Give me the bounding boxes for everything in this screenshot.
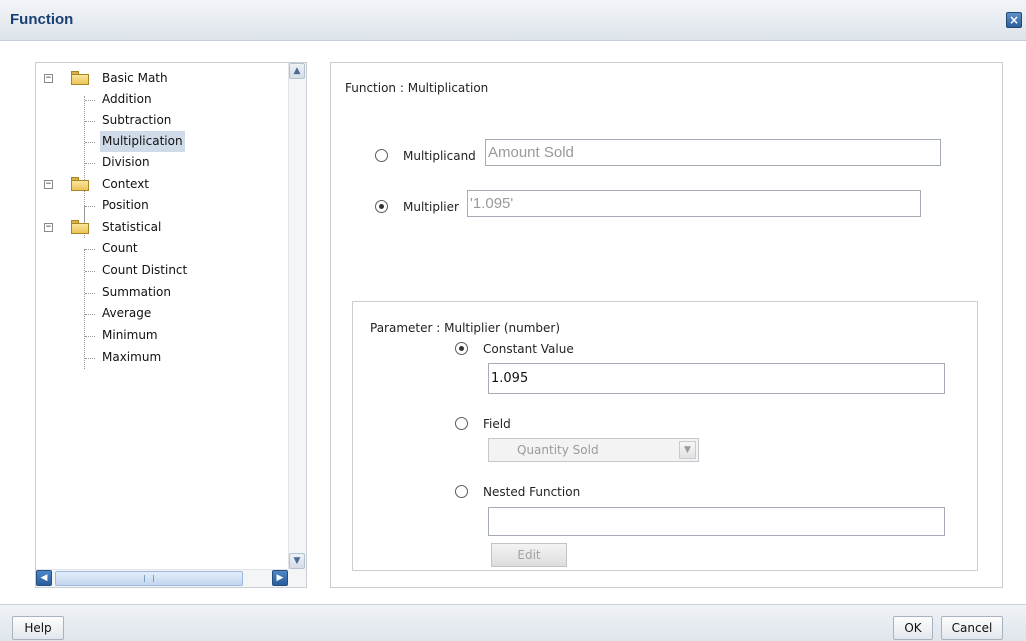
scroll-left-button[interactable]: ◀ [36, 570, 52, 586]
tree-item-label: Division [102, 155, 150, 169]
constant-value-label: Constant Value [483, 342, 574, 356]
tree-item-average[interactable]: Average [36, 303, 286, 324]
constant-value-input[interactable]: 1.095 [488, 363, 945, 394]
chevron-right-icon: ▶ [276, 573, 284, 583]
field-label: Field [483, 417, 511, 431]
tree-group-label: Context [102, 177, 150, 191]
tree-item-label: Count Distinct [102, 263, 188, 277]
function-title: Function : Multiplication [345, 81, 489, 95]
collapse-icon[interactable]: − [44, 180, 53, 189]
chevron-down-icon: ▼ [293, 556, 301, 566]
nested-function-input[interactable] [488, 507, 945, 536]
tree-item-label: Average [102, 306, 152, 320]
tree-group-label: Basic Math [102, 71, 168, 85]
close-button[interactable]: × [1006, 12, 1022, 28]
field-radio[interactable] [455, 417, 468, 430]
field-select[interactable]: Quantity Sold ▼ [488, 438, 699, 462]
function-editor-panel: Function : Multiplication Multiplicand A… [330, 62, 1003, 588]
tree-item-count[interactable]: Count [36, 238, 286, 259]
dropdown-arrow-icon[interactable]: ▼ [679, 441, 696, 459]
multiplier-radio[interactable] [375, 200, 388, 213]
collapse-icon[interactable]: − [44, 223, 53, 232]
parameter-title: Parameter : Multiplier (number) [370, 321, 561, 335]
tree-item-position[interactable]: Position [36, 195, 286, 216]
tree-item-label-selected: Multiplication [100, 131, 185, 152]
folder-icon [71, 220, 89, 234]
tree-item-addition[interactable]: Addition [36, 89, 286, 110]
edit-button[interactable]: Edit [491, 543, 567, 567]
tree-item-label: Addition [102, 92, 152, 106]
tree-item-minimum[interactable]: Minimum [36, 325, 286, 346]
tree-group-basic-math[interactable]: − Basic Math [36, 68, 286, 89]
help-button[interactable]: Help [12, 616, 64, 640]
dialog-title: Function [10, 11, 74, 28]
folder-icon [71, 177, 89, 191]
tree-group-context[interactable]: − Context [36, 174, 286, 195]
folder-icon [71, 71, 89, 85]
tree-item-multiplication[interactable]: Multiplication [36, 131, 286, 152]
multiplier-field[interactable]: '1.095' [467, 190, 921, 217]
tree-group-statistical[interactable]: − Statistical [36, 217, 286, 238]
parameter-box: Parameter : Multiplier (number) Constant… [352, 301, 978, 571]
collapse-icon[interactable]: − [44, 74, 53, 83]
tree-item-count-distinct[interactable]: Count Distinct [36, 260, 286, 281]
scroll-down-button[interactable]: ▼ [289, 553, 305, 569]
tree-item-label: Maximum [102, 350, 162, 364]
function-tree: − Basic Math Addition Subtraction Multip… [36, 63, 288, 569]
tree-horizontal-scrollbar[interactable]: ◀ ▶ [36, 569, 288, 587]
field-select-value: Quantity Sold [517, 443, 599, 457]
constant-value-radio[interactable] [455, 342, 468, 355]
scroll-right-button[interactable]: ▶ [272, 570, 288, 586]
tree-item-label: Summation [102, 285, 171, 299]
scrollbar-corner [288, 569, 306, 587]
tree-item-label: Subtraction [102, 113, 172, 127]
close-icon: × [1008, 13, 1020, 27]
nested-function-radio[interactable] [455, 485, 468, 498]
cancel-button[interactable]: Cancel [941, 616, 1003, 640]
tree-item-maximum[interactable]: Maximum [36, 347, 286, 368]
multiplicand-field[interactable]: Amount Sold [485, 139, 941, 166]
dialog-footer: Help OK Cancel [0, 604, 1026, 641]
tree-item-label: Position [102, 198, 149, 212]
chevron-up-icon: ▲ [293, 66, 301, 76]
tree-group-label: Statistical [102, 220, 162, 234]
scroll-up-button[interactable]: ▲ [289, 63, 305, 79]
horizontal-scroll-thumb[interactable] [55, 571, 243, 586]
tree-item-label: Count [102, 241, 138, 255]
ok-button[interactable]: OK [893, 616, 933, 640]
multiplicand-radio[interactable] [375, 149, 388, 162]
tree-item-subtraction[interactable]: Subtraction [36, 110, 286, 131]
nested-function-label: Nested Function [483, 485, 581, 499]
function-tree-panel: − Basic Math Addition Subtraction Multip… [35, 62, 307, 588]
multiplicand-label: Multiplicand [403, 149, 476, 163]
multiplier-label: Multiplier [403, 200, 459, 214]
tree-vertical-scrollbar[interactable]: ▲ ▼ [288, 63, 306, 569]
tree-item-division[interactable]: Division [36, 152, 286, 173]
tree-item-summation[interactable]: Summation [36, 282, 286, 303]
tree-item-label: Minimum [102, 328, 158, 342]
chevron-left-icon: ◀ [40, 573, 48, 583]
dialog-titlebar: Function × [0, 0, 1026, 41]
